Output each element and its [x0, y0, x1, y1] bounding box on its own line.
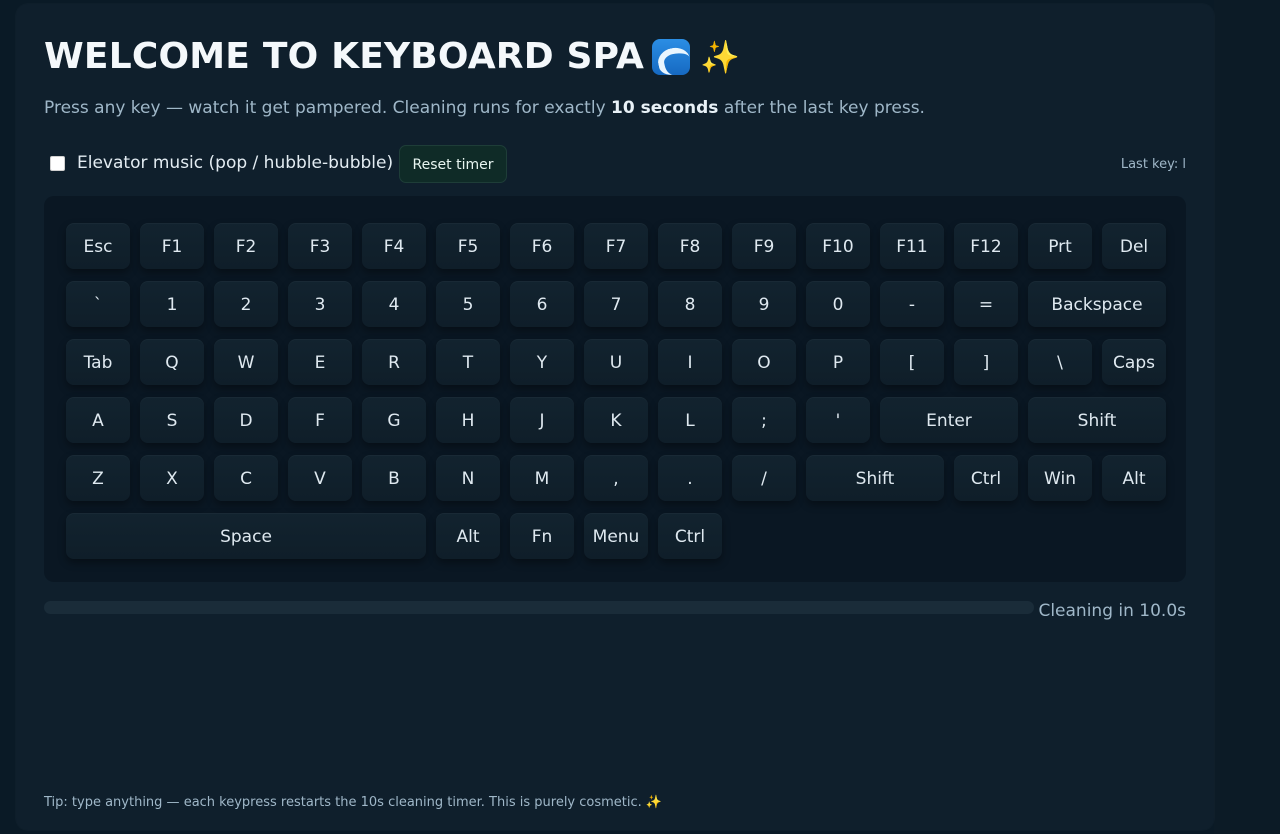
controls-row: Elevator music (pop / hubble-bubble) Res…	[44, 142, 1186, 184]
key-del[interactable]: Del	[1102, 223, 1166, 269]
key-backspace[interactable]: Backspace	[1028, 281, 1166, 327]
title-emojis: ✨	[652, 38, 740, 76]
key-shift[interactable]: Shift	[806, 455, 944, 501]
key-y[interactable]: Y	[510, 339, 574, 385]
key-f11[interactable]: F11	[880, 223, 944, 269]
key-left-bracket[interactable]: [	[880, 339, 944, 385]
key-space[interactable]: Space	[66, 513, 426, 559]
key-c[interactable]: C	[214, 455, 278, 501]
key-comma[interactable]: ,	[584, 455, 648, 501]
key-slash[interactable]: /	[732, 455, 796, 501]
key-f4[interactable]: F4	[362, 223, 426, 269]
key-j[interactable]: J	[510, 397, 574, 443]
key-q[interactable]: Q	[140, 339, 204, 385]
key-n[interactable]: N	[436, 455, 500, 501]
key-f[interactable]: F	[288, 397, 352, 443]
key-alt[interactable]: Alt	[436, 513, 500, 559]
key-alt[interactable]: Alt	[1102, 455, 1166, 501]
cleaning-countdown: Cleaning in 10.0s	[1038, 601, 1186, 621]
key-g[interactable]: G	[362, 397, 426, 443]
key-l[interactable]: L	[658, 397, 722, 443]
key-8[interactable]: 8	[658, 281, 722, 327]
key-u[interactable]: U	[584, 339, 648, 385]
key-fn[interactable]: Fn	[510, 513, 574, 559]
key-t[interactable]: T	[436, 339, 500, 385]
key-f5[interactable]: F5	[436, 223, 500, 269]
key-7[interactable]: 7	[584, 281, 648, 327]
key-semicolon[interactable]: ;	[732, 397, 796, 443]
title-text: WELCOME TO KEYBOARD SPA	[44, 36, 645, 77]
key-o[interactable]: O	[732, 339, 796, 385]
key-menu[interactable]: Menu	[584, 513, 648, 559]
key-4[interactable]: 4	[362, 281, 426, 327]
key-minus[interactable]: -	[880, 281, 944, 327]
key-f8[interactable]: F8	[658, 223, 722, 269]
key-r[interactable]: R	[362, 339, 426, 385]
key-p[interactable]: P	[806, 339, 870, 385]
key-i[interactable]: I	[658, 339, 722, 385]
key-backslash[interactable]: \	[1028, 339, 1092, 385]
key-1[interactable]: 1	[140, 281, 204, 327]
key-right-bracket[interactable]: ]	[954, 339, 1018, 385]
key-z[interactable]: Z	[66, 455, 130, 501]
key-2[interactable]: 2	[214, 281, 278, 327]
key-0[interactable]: 0	[806, 281, 870, 327]
key-enter[interactable]: Enter	[880, 397, 1018, 443]
key-w[interactable]: W	[214, 339, 278, 385]
wave-icon	[652, 38, 691, 75]
key-ctrl[interactable]: Ctrl	[954, 455, 1018, 501]
key-9[interactable]: 9	[732, 281, 796, 327]
key-f9[interactable]: F9	[732, 223, 796, 269]
key-d[interactable]: D	[214, 397, 278, 443]
key-f3[interactable]: F3	[288, 223, 352, 269]
key-win[interactable]: Win	[1028, 455, 1092, 501]
subtitle-text-after: after the last key press.	[718, 98, 925, 118]
last-key-indicator: Last key: l	[1120, 157, 1186, 172]
page-title: WELCOME TO KEYBOARD SPA ✨	[44, 36, 740, 77]
music-label[interactable]: Elevator music (pop / hubble-bubble)	[77, 153, 393, 173]
keyboard-spa-app: WELCOME TO KEYBOARD SPA ✨ Press any key …	[16, 4, 1214, 830]
side-pane	[1214, 0, 1280, 834]
key-equals[interactable]: =	[954, 281, 1018, 327]
key-caps[interactable]: Caps	[1102, 339, 1166, 385]
key-quote[interactable]: '	[806, 397, 870, 443]
key-f12[interactable]: F12	[954, 223, 1018, 269]
cleaning-progress-bar	[44, 601, 1034, 614]
reset-timer-button[interactable]: Reset timer	[399, 145, 507, 183]
key-f2[interactable]: F2	[214, 223, 278, 269]
key-backtick[interactable]: `	[66, 281, 130, 327]
key-m[interactable]: M	[510, 455, 574, 501]
key-3[interactable]: 3	[288, 281, 352, 327]
key-s[interactable]: S	[140, 397, 204, 443]
tip-text: Tip: type anything — each keypress resta…	[44, 795, 663, 810]
subtitle: Press any key — watch it get pampered. C…	[44, 98, 925, 118]
key-tab[interactable]: Tab	[66, 339, 130, 385]
key-h[interactable]: H	[436, 397, 500, 443]
key-e[interactable]: E	[288, 339, 352, 385]
key-f10[interactable]: F10	[806, 223, 870, 269]
key-a[interactable]: A	[66, 397, 130, 443]
key-esc[interactable]: Esc	[66, 223, 130, 269]
key-6[interactable]: 6	[510, 281, 574, 327]
virtual-keyboard: Esc F1 F2 F3 F4 F5 F6 F7 F8 F9 F10 F11 F12 Prt Del ` 1 2 3…	[44, 196, 1186, 582]
key-v[interactable]: V	[288, 455, 352, 501]
sparkle-icon: ✨	[700, 37, 741, 76]
key-f1[interactable]: F1	[140, 223, 204, 269]
key-period[interactable]: .	[658, 455, 722, 501]
subtitle-duration: 10 seconds	[611, 98, 719, 118]
key-f6[interactable]: F6	[510, 223, 574, 269]
key-prt[interactable]: Prt	[1028, 223, 1092, 269]
key-5[interactable]: 5	[436, 281, 500, 327]
key-k[interactable]: K	[584, 397, 648, 443]
key-x[interactable]: X	[140, 455, 204, 501]
key-shift[interactable]: Shift	[1028, 397, 1166, 443]
subtitle-text-before: Press any key — watch it get pampered. C…	[44, 98, 612, 118]
key-b[interactable]: B	[362, 455, 426, 501]
key-ctrl[interactable]: Ctrl	[658, 513, 722, 559]
music-checkbox[interactable]	[50, 156, 65, 171]
key-f7[interactable]: F7	[584, 223, 648, 269]
